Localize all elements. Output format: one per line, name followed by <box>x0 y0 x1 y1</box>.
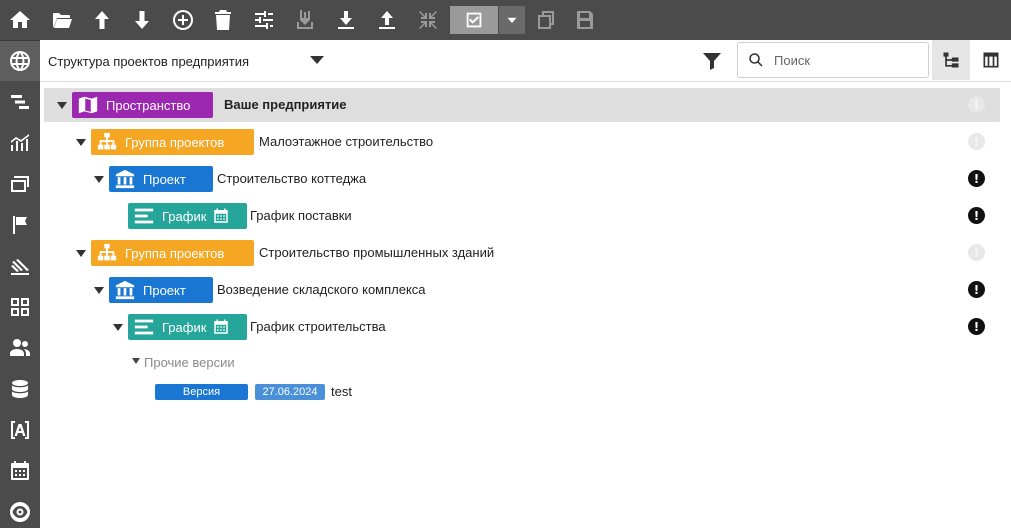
alert-icon: ! <box>968 133 985 150</box>
space-title: Ваше предприятие <box>224 97 347 112</box>
home-icon[interactable] <box>0 0 40 40</box>
tree-row-schedule[interactable]: График График поставки ! <box>44 199 1000 233</box>
space-chip: Пространство <box>72 92 213 118</box>
version-chip[interactable]: Версия <box>155 384 248 400</box>
space-chip-label: Пространство <box>106 97 191 113</box>
schedule-title: График строительства <box>250 319 386 334</box>
add-circle-icon[interactable] <box>165 2 201 38</box>
lines-icon <box>134 208 154 224</box>
check-icon[interactable] <box>450 6 498 34</box>
alert-icon: ! <box>968 244 985 261</box>
tree-row-space[interactable]: Пространство Ваше предприятие ! <box>44 88 1000 122</box>
calendar-icon[interactable] <box>0 451 40 491</box>
group-chip-label: Группа проектов <box>125 245 225 261</box>
schedule-chip: График <box>128 203 247 229</box>
search-icon <box>738 43 774 77</box>
structure-select[interactable]: Структура проектов предприятия <box>48 49 324 73</box>
lines-icon <box>134 319 154 335</box>
left-rail <box>0 0 40 528</box>
trash-icon[interactable] <box>205 2 241 38</box>
project-chip-label: Проект <box>143 282 186 298</box>
expand-toggle-icon[interactable] <box>76 250 86 257</box>
save-icon[interactable] <box>567 2 603 38</box>
eye-icon[interactable] <box>0 492 40 528</box>
version-date-badge: 27.06.2024 <box>255 384 325 400</box>
database-icon[interactable] <box>0 369 40 409</box>
download-icon[interactable] <box>328 2 364 38</box>
structure-header: Структура проектов предприятия <box>40 40 1011 82</box>
expand-toggle-icon[interactable] <box>113 324 123 331</box>
group-title: Строительство промышленных зданий <box>259 245 495 260</box>
tree-row-group[interactable]: Группа проектов Строительство промышленн… <box>44 236 1000 270</box>
tree-row-schedule[interactable]: График График строительства ! <box>44 310 1000 344</box>
upload-icon[interactable] <box>369 2 405 38</box>
arrow-up-icon[interactable] <box>84 2 120 38</box>
schedule-chip-label: График <box>162 208 207 224</box>
top-toolbar <box>40 0 1011 40</box>
search-input[interactable] <box>774 52 922 68</box>
copy-icon[interactable] <box>528 2 564 38</box>
institution-icon <box>115 280 135 300</box>
alert-icon: ! <box>968 281 985 298</box>
project-chip-label: Проект <box>143 171 186 187</box>
schedule-chip-label: График <box>162 319 207 335</box>
arrow-down-icon[interactable] <box>124 2 160 38</box>
map-icon <box>78 96 98 114</box>
structure-select-label: Структура проектов предприятия <box>48 53 250 69</box>
alert-icon: ! <box>968 96 985 113</box>
dropdown-caret-icon[interactable] <box>499 6 525 34</box>
calendar-icon <box>214 208 229 223</box>
project-chip: Проект <box>109 166 213 192</box>
alert-icon: ! <box>968 318 985 335</box>
hierarchy-icon <box>97 132 117 150</box>
open-folder-icon[interactable] <box>44 2 80 38</box>
project-title: Строительство коттеджа <box>217 171 367 186</box>
alert-icon: ! <box>968 207 985 224</box>
chart-trend-icon[interactable] <box>0 123 40 163</box>
group-chip: Группа проектов <box>91 240 254 266</box>
expand-toggle-icon[interactable] <box>76 139 86 146</box>
tree-view-icon[interactable] <box>932 40 970 80</box>
text-box-icon[interactable] <box>0 410 40 450</box>
cards-icon[interactable] <box>0 164 40 204</box>
hierarchy-icon <box>97 243 117 261</box>
group-chip-label: Группа проектов <box>125 134 225 150</box>
collapse-icon[interactable] <box>410 2 446 38</box>
expand-toggle-icon[interactable] <box>57 102 67 109</box>
grid-icon[interactable] <box>0 287 40 327</box>
versions-toggle-icon[interactable] <box>132 358 140 364</box>
institution-icon <box>115 169 135 189</box>
tree-row-project[interactable]: Проект Строительство коттеджа ! <box>44 162 1000 196</box>
stripes-icon[interactable] <box>0 246 40 286</box>
app-root: Структура проектов предприятия Пространс… <box>0 0 1011 528</box>
task-bars-icon[interactable] <box>0 82 40 122</box>
project-title: Возведение складского комплекса <box>217 282 426 297</box>
group-chip: Группа проектов <box>91 129 254 155</box>
people-icon[interactable] <box>0 328 40 368</box>
tree-row-project[interactable]: Проект Возведение складского комплекса ! <box>44 273 1000 307</box>
group-title: Малоэтажное строительство <box>259 134 434 149</box>
table-view-icon[interactable] <box>972 40 1010 80</box>
expand-toggle-icon[interactable] <box>94 287 104 294</box>
tree-row-group[interactable]: Группа проектов Малоэтажное строительств… <box>44 125 1000 159</box>
search-box <box>737 42 929 78</box>
chevron-down-icon <box>310 56 324 64</box>
calendar-icon <box>214 319 229 334</box>
project-tree: Пространство Ваше предприятие ! Группа п… <box>40 82 1011 528</box>
version-name[interactable]: test <box>331 384 352 399</box>
schedule-title: График поставки <box>250 208 352 223</box>
schedule-chip: График <box>128 314 247 340</box>
project-chip: Проект <box>109 277 213 303</box>
alert-icon: ! <box>968 170 985 187</box>
sliders-icon[interactable] <box>246 2 282 38</box>
globe-icon[interactable] <box>0 41 40 81</box>
move-down-icon[interactable] <box>287 2 323 38</box>
flag-icon[interactable] <box>0 205 40 245</box>
filter-icon[interactable] <box>698 48 726 74</box>
expand-toggle-icon[interactable] <box>94 176 104 183</box>
other-versions-label[interactable]: Прочие версии <box>144 355 235 370</box>
